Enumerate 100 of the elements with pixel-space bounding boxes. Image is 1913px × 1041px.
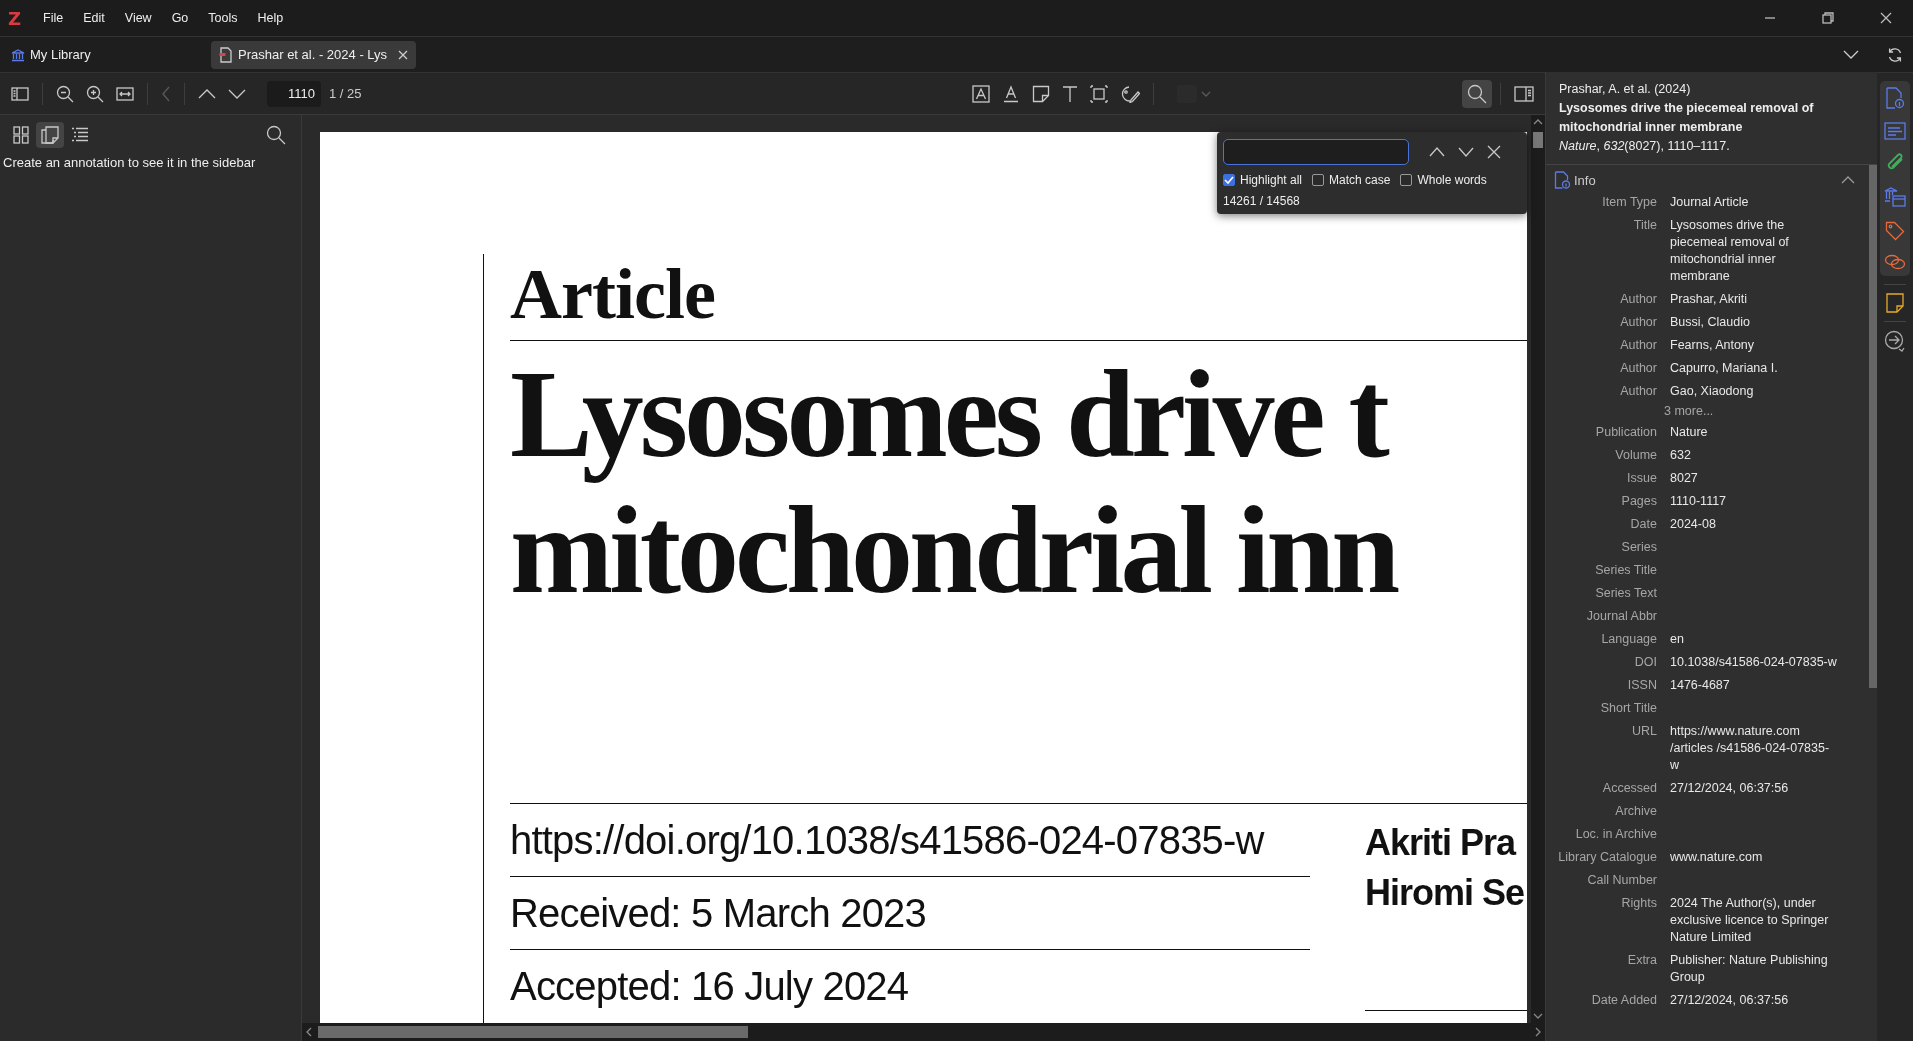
field-label: Author (1619, 314, 1657, 331)
ink-icon (1120, 84, 1141, 103)
fit-width-icon (116, 86, 134, 101)
field-value[interactable]: 1476-4687 (1670, 677, 1837, 694)
field-label: Publication (1594, 424, 1657, 441)
menu-item[interactable]: Edit (83, 11, 105, 25)
field-label: Date (1629, 516, 1657, 533)
note-icon[interactable] (1886, 293, 1904, 313)
tab[interactable]: Prashar et al. - 2024 - Lys (211, 40, 417, 69)
outline-icon (71, 127, 89, 143)
date-line: Accepted: 16 July 2024 (510, 964, 910, 1010)
field-value[interactable]: 2024 The Author(s), under exclusive licence to Springer Nature Limited (1670, 895, 1837, 946)
tab[interactable]: My Library (0, 40, 211, 69)
field-value[interactable]: 8027 (1670, 470, 1837, 487)
previous-page-icon (198, 88, 216, 99)
field-label: DOI (1633, 654, 1657, 671)
link-icon[interactable] (1884, 254, 1906, 270)
field-label: Call Number (1586, 872, 1657, 889)
field-label: Extra (1626, 952, 1657, 969)
more-link[interactable]: 3 more... (1554, 403, 1837, 420)
menu-item[interactable]: File (43, 11, 64, 25)
horizontal-scrollbar[interactable] (302, 1023, 1545, 1041)
field-value[interactable]: www.nature.com (1670, 849, 1837, 866)
annotations-button[interactable] (36, 122, 64, 148)
search-icon (266, 125, 286, 145)
underline-icon (1002, 84, 1021, 103)
field-label: Author (1619, 360, 1657, 377)
article-label: Article (510, 254, 716, 334)
close-icon (1487, 145, 1501, 159)
field-label: Language (1600, 631, 1657, 648)
field-value[interactable]: 27/12/2024, 06:37:56 (1670, 780, 1837, 797)
scrollbar-thumb[interactable] (1533, 132, 1543, 148)
text-icon (1062, 84, 1079, 103)
field-value[interactable]: 2024-08 (1670, 516, 1837, 533)
citation-authors: Prashar, A. et al. (2024) (1559, 81, 1692, 98)
field-label: Library Catalogue (1557, 849, 1657, 866)
field-value[interactable]: https://www.nature.com /articles /s41586-024-07835-w (1670, 723, 1837, 774)
pdf-icon (219, 46, 233, 63)
scrollbar-thumb[interactable] (318, 1026, 748, 1038)
field-label: Date Added (1590, 992, 1657, 1009)
checkbox[interactable] (1312, 174, 1325, 186)
field-label: Issue (1626, 470, 1657, 487)
zoom-in-icon (86, 84, 104, 103)
scroll-right-icon[interactable] (1535, 1027, 1541, 1037)
scrollbar-thumb[interactable] (1869, 165, 1877, 688)
field-value[interactable]: 1110-1117 (1670, 493, 1837, 510)
menu-item[interactable]: Help (257, 11, 284, 25)
page-input[interactable]: 1110 (267, 80, 321, 107)
menu-item[interactable]: Go (171, 11, 189, 25)
chevron-down-icon[interactable] (1843, 49, 1859, 60)
field-label: Author (1619, 337, 1657, 354)
note-icon (1032, 84, 1051, 103)
field-value[interactable]: 632 (1670, 447, 1837, 464)
vertical-scrollbar[interactable] (1531, 115, 1545, 1023)
sync-icon[interactable] (1887, 46, 1903, 63)
field-value[interactable]: Bussi, Claudio (1670, 314, 1837, 331)
library-icon (11, 47, 25, 62)
scroll-down-icon[interactable] (1533, 1013, 1543, 1019)
menu-item[interactable]: Tools (208, 11, 238, 25)
chevron-up-icon[interactable] (1841, 176, 1855, 184)
field-label: Journal Abbr (1585, 608, 1657, 625)
field-value[interactable]: 27/12/2024, 06:37:56 (1670, 992, 1837, 1009)
tab-label: My Library (30, 47, 91, 62)
back-icon (161, 85, 171, 102)
restore-icon[interactable] (1821, 11, 1835, 25)
tag-icon[interactable] (1885, 221, 1905, 241)
field-label: Volume (1614, 447, 1657, 464)
field-value[interactable]: Publisher: Nature Publishing Group (1670, 952, 1837, 986)
field-value[interactable]: Lysosomes drive the piecemeal removal of mitochondrial inner membrane (1670, 217, 1837, 285)
field-value[interactable]: Prashar, Akriti (1670, 291, 1837, 308)
date-line: Received: 5 March 2023 (510, 891, 1310, 950)
field-value[interactable]: 10.1038/s41586-024-07835-w (1670, 654, 1837, 671)
scroll-up-icon[interactable] (1533, 119, 1543, 125)
section-title: Info (1574, 172, 1596, 188)
find-field[interactable] (1223, 139, 1409, 165)
menu-item[interactable]: View (124, 11, 152, 25)
checkbox[interactable] (1400, 174, 1413, 186)
field-label: Author (1619, 383, 1657, 400)
field-label: Title (1632, 217, 1657, 234)
scroll-left-icon[interactable] (306, 1027, 312, 1037)
library-icon[interactable] (1884, 186, 1906, 208)
document-info-icon[interactable] (1885, 87, 1905, 109)
checkbox[interactable] (1223, 174, 1235, 186)
field-value[interactable]: Capurro, Mariana I. (1670, 360, 1837, 377)
abstract-icon[interactable] (1884, 122, 1906, 140)
locate-icon[interactable] (1884, 330, 1906, 352)
field-value[interactable]: Journal Article (1670, 194, 1837, 211)
field-label: Accessed (1601, 780, 1657, 797)
field-value[interactable]: Fearns, Antony (1670, 337, 1837, 354)
field-value[interactable]: Gao, Xiaodong (1670, 383, 1837, 400)
field-value[interactable]: Nature (1670, 424, 1837, 441)
checkbox-label: Whole words (1417, 173, 1487, 187)
app-logo: Z (8, 7, 22, 29)
page-count: 1 / 25 (329, 86, 362, 101)
search-button[interactable] (1462, 79, 1492, 108)
close-icon[interactable] (1879, 11, 1893, 25)
doi-link[interactable]: https://doi.org/10.1038/s41586-024-07835-w (510, 818, 1310, 877)
field-value[interactable]: en (1670, 631, 1837, 648)
close-icon[interactable] (398, 49, 409, 60)
field-label: ISSN (1626, 677, 1657, 694)
